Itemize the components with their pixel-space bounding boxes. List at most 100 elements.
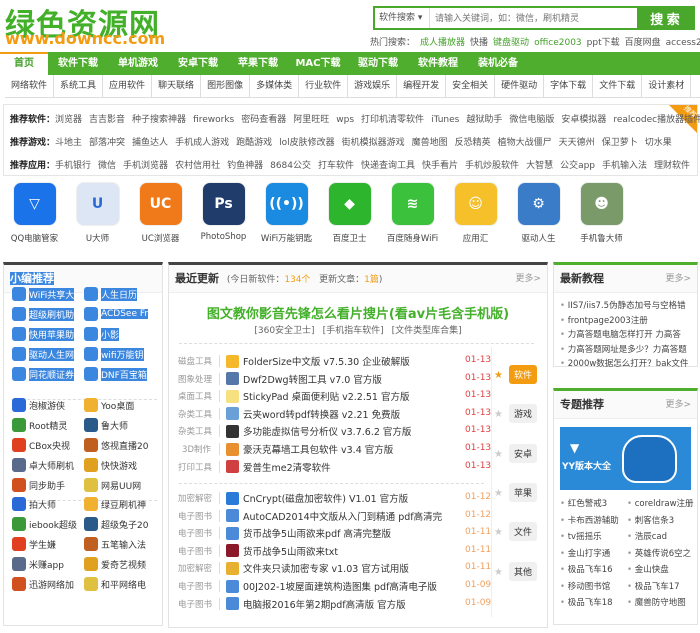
app-item[interactable]: Ps PhotoShop (192, 178, 255, 254)
category-label[interactable]: 3D制作 (178, 443, 220, 455)
recommend-link[interactable]: 打车软件 (318, 161, 354, 171)
category-label[interactable]: 加密解密 (178, 562, 220, 575)
editor-pick-item[interactable]: 超级刷机助 (12, 307, 75, 321)
search-button[interactable]: 搜 索 (637, 8, 693, 28)
software-title[interactable]: Dwf2Dwg转图工具 v7.0 官方版 (243, 372, 382, 386)
nav-tab[interactable]: 软件教程 (408, 52, 468, 75)
update-row[interactable]: 加密解密 文件夹只读加密专家 v1.03 官方试用版 (178, 560, 478, 576)
recommend-link[interactable]: 公交app (560, 161, 595, 171)
recommend-link[interactable]: 阿里旺旺 (293, 115, 329, 125)
recommend-link[interactable]: 种子搜索神器 (132, 115, 186, 125)
editor-pick-item[interactable]: 网易UU网 (84, 478, 141, 492)
topic-link[interactable]: 英雄传说6空之 (627, 547, 691, 559)
app-item[interactable]: ▽ QQ电脑管家 (3, 178, 66, 254)
recommend-link[interactable]: 理财软件 (654, 161, 690, 171)
editor-pick-item[interactable]: ACDSee Fr (84, 307, 149, 321)
tutorial-link[interactable]: 力高答题网址是多少？力高答题 (560, 343, 687, 355)
recommend-link[interactable]: 手机成人游戏 (175, 138, 229, 148)
tutorial-link[interactable]: frontpage2003注册 (560, 314, 648, 326)
recommend-link[interactable]: fireworks (193, 115, 234, 125)
software-title[interactable]: 00J202-1坡屋面建筑构造图集 pdf高清电子版 (243, 579, 437, 593)
update-row[interactable]: 加密解密 CnCrypt(磁盘加密软件) V1.01 官方版 (178, 490, 478, 506)
subnav-link[interactable]: 网络软件 (5, 75, 55, 97)
nav-tab[interactable]: MAC下载 (288, 52, 348, 75)
editor-pick-item[interactable]: 悠视直播20 (84, 438, 148, 452)
editor-pick-item[interactable]: 爱奇艺视频 (84, 557, 146, 571)
subnav-link[interactable]: 安全相关 (446, 75, 496, 97)
category-tab[interactable]: ★ 其他 (494, 561, 547, 581)
headline-tag-link[interactable]: [手机指车软件] (323, 326, 384, 336)
topic-link[interactable]: 浩辰cad (627, 530, 667, 542)
category-label[interactable]: 电子图书 (178, 597, 220, 610)
recommend-link[interactable]: 吉吉影音 (89, 115, 125, 125)
category-label[interactable]: 杂类工具 (178, 425, 220, 438)
category-label[interactable]: 加密解密 (178, 492, 220, 504)
recommend-link[interactable]: 天天德州 (559, 138, 595, 148)
nav-tab[interactable]: 装机必备 (468, 52, 528, 75)
editor-pick-item[interactable]: 人生日历 (84, 287, 138, 301)
subnav-link[interactable]: 图形图像 (201, 75, 251, 97)
hot-search-link[interactable]: office2003 (534, 38, 582, 48)
more-link[interactable]: 更多> (665, 265, 691, 293)
recommend-link[interactable]: 手机浏览器 (123, 161, 168, 171)
editor-pick-item[interactable]: 和平网络电 (84, 577, 146, 591)
editor-pick-item[interactable]: 鲁大师 (84, 418, 128, 432)
category-label[interactable]: 磁盘工具 (178, 355, 220, 367)
nav-tab[interactable]: 首页 (0, 52, 48, 75)
editor-pick-item[interactable]: 迅游网络加 (12, 577, 74, 591)
category-label[interactable]: 电子图书 (178, 527, 220, 540)
more-link[interactable]: 更多> (515, 265, 541, 293)
recommend-link[interactable]: 密码查看器 (241, 115, 286, 125)
search-input[interactable] (430, 8, 637, 28)
recommend-link[interactable]: lol皮肤修改器 (279, 138, 335, 148)
subnav-link[interactable]: 字体下载 (544, 75, 594, 97)
recommend-link[interactable]: 钓鱼神器 (227, 161, 263, 171)
update-row[interactable]: 电子图书 AutoCAD2014中文版从入门到精通 pdf高清完 (178, 508, 478, 524)
recommend-link[interactable]: 斗地主 (55, 138, 82, 148)
app-item[interactable]: ◆ 百度卫士 (318, 178, 381, 254)
recommend-link[interactable]: 切水果 (645, 138, 672, 148)
tutorial-link[interactable]: IIS7/iis7.5伪静态加号与空格错 (560, 299, 686, 311)
recommend-link[interactable]: 部落冲突 (89, 138, 125, 148)
recommend-link[interactable]: 快手看片 (422, 161, 458, 171)
category-tab[interactable]: ★ 安卓 (494, 443, 547, 463)
nav-tab[interactable]: 软件下载 (48, 52, 108, 75)
recommend-link[interactable]: 浏览器 (55, 115, 82, 125)
editor-pick-item[interactable]: 快用苹果助 (12, 327, 75, 341)
headline-link[interactable]: 图文教你影音先锋怎么看片搜片(看av片毛含手机版) (169, 303, 547, 322)
subnav-link[interactable]: 应用软件 (103, 75, 153, 97)
topic-link[interactable]: 极品飞车18 (560, 596, 613, 608)
topic-link[interactable]: 魔兽防守地图 (627, 596, 686, 608)
recommend-link[interactable]: 捕鱼达人 (132, 138, 168, 148)
recommend-link[interactable]: 8684公交 (270, 161, 311, 171)
hot-search-link[interactable]: access2 (666, 38, 700, 48)
editor-pick-item[interactable]: WiFi共享大 (12, 287, 75, 301)
nav-tab[interactable]: 驱动下载 (348, 52, 408, 75)
software-title[interactable]: 多功能虚拟信号分析仪 v3.7.6.2 官方版 (243, 424, 411, 438)
search-category-select[interactable]: 软件搜索 ▾ (375, 8, 430, 28)
category-label[interactable]: 打印工具 (178, 460, 220, 473)
software-title[interactable]: 电脑报2016年第2期pdf高清版 官方版 (243, 597, 406, 611)
app-item[interactable]: ≋ 百度随身WiFi (381, 178, 444, 254)
topic-link[interactable]: 金山打字通 (560, 547, 611, 559)
editor-pick-item[interactable]: 五笔输入法 (84, 537, 146, 551)
software-title[interactable]: FolderSize中文版 v7.5.30 企业破解版 (243, 354, 410, 368)
recommend-link[interactable]: 手机银行 (55, 161, 91, 171)
category-label[interactable]: 桌面工具 (178, 390, 220, 403)
update-row[interactable]: 杂类工具 云夹word转pdf转换器 v2.21 免费版 (178, 406, 478, 422)
topic-link[interactable]: 卡布西游辅助 (560, 514, 619, 526)
update-row[interactable]: 3D制作 豪沃克幕墙工具包软件 v3.4 官方版 (178, 441, 478, 457)
subnav-link[interactable]: 系统工具 (54, 75, 104, 97)
topic-link[interactable]: 金山快盘 (627, 563, 669, 575)
hot-search-link[interactable]: 成人播放器 (420, 38, 465, 48)
recommend-link[interactable]: 打印机清零软件 (361, 115, 424, 125)
subnav-link[interactable]: 文件下载 (593, 75, 643, 97)
update-row[interactable]: 打印工具 爱普生me2清零软件 (178, 459, 478, 475)
category-tab[interactable]: ★ 软件 (494, 365, 547, 384)
recommend-link[interactable]: 街机模拟器游戏 (342, 138, 405, 148)
hot-search-link[interactable]: 百度网盘 (625, 38, 661, 48)
editor-pick-item[interactable]: 卓大师刷机 (12, 458, 74, 472)
update-row[interactable]: 图象处理 Dwf2Dwg转图工具 v7.0 官方版 (178, 371, 478, 387)
category-tab[interactable]: ★ 游戏 (494, 404, 547, 424)
hot-search-link[interactable]: 键盘驱动 (493, 38, 529, 48)
